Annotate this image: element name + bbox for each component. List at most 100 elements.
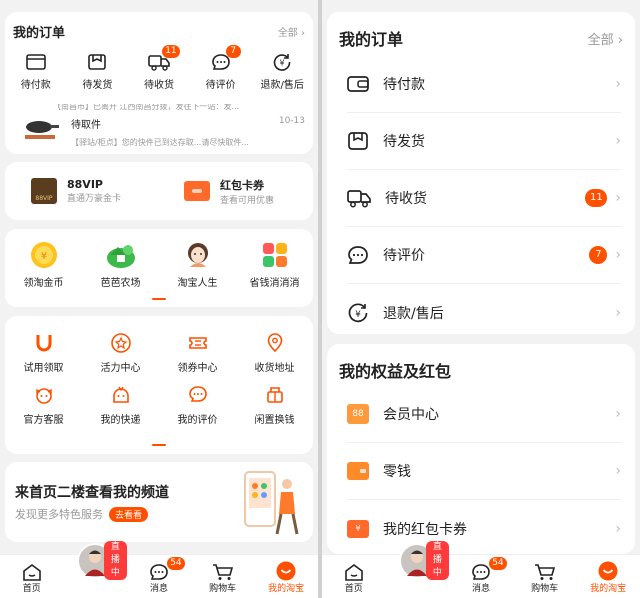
tab-label: 首页 <box>344 584 363 594</box>
red-packet-icon <box>184 181 210 201</box>
message-icon <box>150 564 168 580</box>
chevron-right-icon: › <box>615 247 621 263</box>
order-row-to-review[interactable]: 待评价 7 › <box>347 227 621 284</box>
app-gold-coins[interactable]: ¥ 领淘金币 <box>5 241 82 289</box>
wallet-icon <box>347 76 369 92</box>
orders-list-card: 我的订单 全部 › 待付款 › 待发货 › 待收货 11 › 待评价 7 › ¥… <box>327 12 635 334</box>
tab-live[interactable]: 直播中 <box>386 541 450 598</box>
order-status-to-receive[interactable]: 11 待收货 <box>128 45 190 91</box>
home-icon <box>22 564 41 581</box>
order-row-label: 待评价 <box>383 248 425 264</box>
promo-card[interactable]: 来首页二楼查看我的频道 发现更多特色服务 去看看 <box>5 462 313 542</box>
cart-icon <box>212 564 233 580</box>
vip-entry[interactable]: 88VIP 88VIP 直通万豪金卡 <box>5 178 160 204</box>
tool-address[interactable]: 收货地址 <box>236 332 313 374</box>
promo-title: 来首页二楼查看我的频道 <box>15 485 169 501</box>
order-count-badge: 11 <box>162 45 180 58</box>
tool-coupon-center[interactable]: 领券中心 <box>159 332 236 374</box>
chevron-right-icon: › <box>615 520 621 537</box>
order-status-to-ship[interactable]: 待发货 <box>67 53 129 91</box>
order-row-refund[interactable]: ¥ 退款/售后 › <box>347 284 621 341</box>
logistics-date: 10-13 <box>278 116 305 126</box>
app-money-saver[interactable]: 省钱消消消 <box>236 241 313 289</box>
tab-mine[interactable]: 我的淘宝 <box>254 555 318 598</box>
orders-title: 我的订单 <box>339 30 404 49</box>
live-badge: 直播中 <box>425 541 450 580</box>
taobao-face-icon <box>276 561 296 581</box>
order-row-to-ship[interactable]: 待发货 › <box>347 113 621 170</box>
tools-card: 试用领取 活力中心 领券中心 收货地址 官方客服 我的快递 我的评价 闲置换钱 <box>5 316 313 454</box>
tab-mine[interactable]: 我的淘宝 <box>576 555 640 598</box>
svg-text:¥: ¥ <box>355 310 361 320</box>
red-packet-icon: ¥ <box>347 519 369 538</box>
order-status-label: 待评价 <box>205 80 236 91</box>
messages-badge: 54 <box>489 557 507 570</box>
order-status-refund[interactable]: ¥ 退款/售后 <box>251 53 313 91</box>
package-icon <box>88 54 107 70</box>
tool-label: 领券中心 <box>177 363 218 374</box>
coupon-entry[interactable]: 红包卡券 查看可用优惠 <box>160 177 313 206</box>
tool-my-reviews[interactable]: 我的评价 <box>159 384 236 426</box>
orders-all-link[interactable]: 全部 › <box>278 24 305 39</box>
svg-text:¥: ¥ <box>280 59 285 68</box>
tab-home[interactable]: 首页 <box>0 555 64 598</box>
orders-title: 我的订单 <box>13 26 66 41</box>
benefit-row-member-center[interactable]: 88 会员中心 › <box>347 386 621 443</box>
message-icon <box>472 564 490 580</box>
tab-label: 购物车 <box>209 584 237 594</box>
tool-vitality[interactable]: 活力中心 <box>82 332 159 374</box>
tab-label: 首页 <box>22 584 41 594</box>
taobao-face-icon <box>598 561 618 581</box>
order-status-to-review[interactable]: 7 待评价 <box>190 45 252 91</box>
order-row-label: 待收货 <box>385 191 427 207</box>
coupon-desc: 查看可用优惠 <box>220 195 275 206</box>
page-indicator <box>152 298 166 300</box>
order-row-to-receive[interactable]: 待收货 11 › <box>347 170 621 227</box>
location-pin-icon <box>267 333 282 353</box>
promo-subtitle: 发现更多特色服务 <box>15 508 103 521</box>
review-bubble-icon <box>188 386 207 402</box>
tool-my-express[interactable]: 我的快递 <box>82 384 159 426</box>
tool-label: 我的评价 <box>177 415 218 426</box>
tab-live[interactable]: 直播中 <box>64 541 128 598</box>
tab-home[interactable]: 首页 <box>322 555 386 598</box>
tool-trial[interactable]: 试用领取 <box>5 332 82 374</box>
order-row-label: 待付款 <box>383 77 425 93</box>
tab-messages[interactable]: 54 消息 <box>449 555 513 598</box>
tool-customer-service[interactable]: 官方客服 <box>5 384 82 426</box>
logistics-preview[interactable]: 【南昌市】已离开 江西南昌分拨，发往下一站：发... 待取件 10-13 【驿站… <box>13 104 305 148</box>
app-label: 领淘金币 <box>23 278 64 289</box>
farm-icon <box>106 245 135 268</box>
tab-cart[interactable]: 购物车 <box>513 555 577 598</box>
benefit-row-label: 我的红包卡券 <box>383 521 467 538</box>
benefit-row-change[interactable]: 零钱 › <box>347 443 621 500</box>
bottom-tab-bar: 首页 直播中 54 消息 购物车 我的淘宝 <box>0 541 318 598</box>
refund-icon: ¥ <box>348 303 368 322</box>
vip-desc: 直通万豪金卡 <box>67 194 122 204</box>
order-row-pending-payment[interactable]: 待付款 › <box>347 56 621 113</box>
left-screen: 我的订单 全部 › 待付款 待发货 11 待收货 7 待评价 ¥ 退款/售后 【… <box>0 0 318 598</box>
apps-card: ¥ 领淘金币 芭芭农场 淘宝人生 省钱消消消 <box>5 229 313 307</box>
app-taobao-life[interactable]: 淘宝人生 <box>159 241 236 289</box>
messages-badge: 54 <box>167 557 185 570</box>
ticket-icon <box>188 337 207 349</box>
page-indicator <box>152 444 166 446</box>
benefit-row-label: 会员中心 <box>383 407 439 423</box>
benefit-row-red-packets[interactable]: ¥ 我的红包卡券 › <box>347 500 621 557</box>
tab-label: 我的淘宝 <box>268 584 305 594</box>
order-status-label: 退款/售后 <box>260 80 304 91</box>
promo-go-button[interactable]: 去看看 <box>109 506 149 522</box>
tool-sell-idle[interactable]: 闲置换钱 <box>236 384 313 426</box>
coupon-title: 红包卡券 <box>220 178 264 192</box>
tab-label: 消息 <box>471 584 490 594</box>
tab-messages[interactable]: 54 消息 <box>127 555 191 598</box>
order-count-badge: 11 <box>585 189 608 207</box>
tab-cart[interactable]: 购物车 <box>191 555 255 598</box>
tool-label: 试用领取 <box>23 363 64 374</box>
orders-all-link[interactable]: 全部 › <box>588 29 623 48</box>
app-baba-farm[interactable]: 芭芭农场 <box>82 241 159 289</box>
order-status-pending-payment[interactable]: 待付款 <box>5 53 67 91</box>
tool-label: 收货地址 <box>254 363 295 374</box>
tab-label: 我的淘宝 <box>590 584 627 594</box>
change-wallet-icon <box>347 462 369 480</box>
